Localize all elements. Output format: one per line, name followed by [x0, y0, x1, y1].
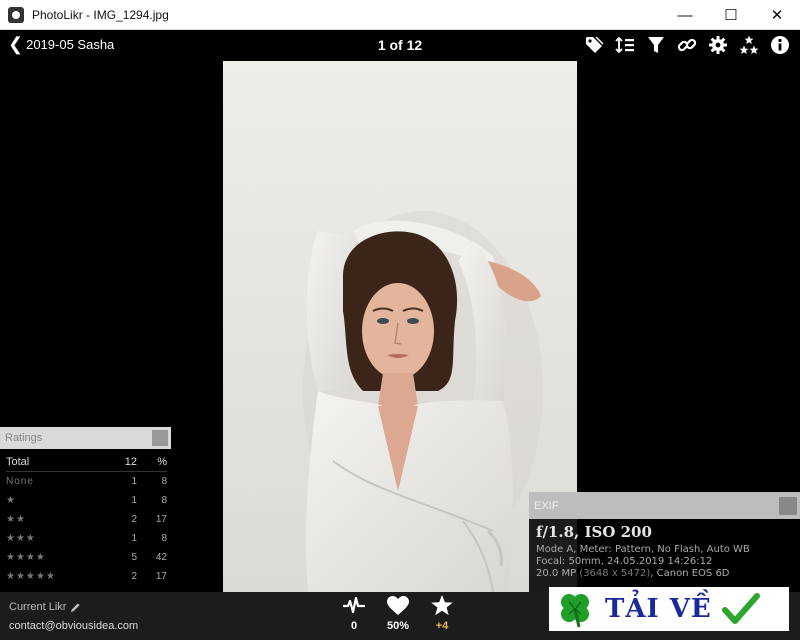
- back-to-album-button[interactable]: ❮ 2019-05 Sasha: [8, 34, 115, 54]
- rating-pct: 17: [155, 571, 167, 582]
- exif-title: EXIF: [534, 499, 559, 512]
- rating-row-2-stars[interactable]: ★★ 2 17: [6, 510, 167, 529]
- current-likr-label: Current Likr: [9, 601, 67, 613]
- rating-label: None: [6, 476, 34, 487]
- star-stat[interactable]: +4: [423, 594, 461, 632]
- window-title: PhotoLikr - IMG_1294.jpg: [32, 7, 169, 22]
- info-icon[interactable]: [768, 35, 792, 55]
- rating-row-3-stars[interactable]: ★★★ 1 8: [6, 529, 167, 548]
- stars-icon[interactable]: [737, 35, 761, 55]
- photo-stats: 0 50% +4: [335, 594, 461, 632]
- exif-megapixels: 20.0 MP: [536, 568, 577, 579]
- ratings-collapse-button[interactable]: [152, 430, 168, 446]
- close-button[interactable]: ✕: [754, 0, 800, 30]
- rating-pct: 8: [161, 495, 167, 506]
- rating-count: 1: [131, 495, 137, 506]
- pulse-icon: [343, 596, 365, 614]
- rating-stars: ★★★★★: [6, 571, 56, 582]
- rating-row-5-stars[interactable]: ★★★★★ 2 17: [6, 567, 167, 586]
- exif-camera-line: 20.0 MP (3648 x 5472), Canon EOS 6D: [536, 568, 793, 580]
- like-stat[interactable]: 50%: [379, 594, 417, 632]
- album-name: 2019-05 Sasha: [26, 36, 115, 52]
- rating-stars: ★★: [6, 514, 26, 525]
- banner-text: TẢI VỀ: [605, 594, 712, 624]
- rating-count: 2: [131, 571, 137, 582]
- star-value: +4: [435, 620, 449, 632]
- chevron-left-icon: ❮: [8, 34, 24, 54]
- gear-icon[interactable]: [706, 35, 730, 55]
- minimize-button[interactable]: —: [662, 0, 708, 30]
- exif-focal-line: Focal: 50mm, 24.05.2019 14:26:12: [536, 556, 713, 567]
- exif-resolution: (3648 x 5472): [579, 568, 651, 579]
- rating-pct: 8: [161, 476, 167, 487]
- like-value: 50%: [386, 620, 410, 632]
- exif-panel: EXIF f/1.8, ISO 200 Mode A, Meter: Patte…: [529, 492, 800, 592]
- clover-icon: [561, 594, 589, 628]
- ratings-header: Ratings: [0, 427, 171, 449]
- rating-count: 2: [131, 514, 137, 525]
- exif-aperture-iso: f/1.8, ISO 200: [536, 523, 652, 541]
- ratings-title: Ratings: [5, 432, 43, 444]
- rating-stars: ★★★: [6, 533, 36, 544]
- activity-stat[interactable]: 0: [335, 594, 373, 632]
- download-banner[interactable]: TẢI VỀ: [549, 587, 789, 631]
- exif-mode-line: Mode A, Meter: Pattern, No Flash, Auto W…: [536, 544, 750, 555]
- pencil-icon: [71, 602, 81, 612]
- sort-icon[interactable]: [613, 35, 637, 55]
- current-likr[interactable]: Current Likr: [9, 601, 81, 613]
- ratings-pct-header: %: [157, 456, 167, 468]
- checkmark-icon: [721, 593, 760, 624]
- user-email: contact@obviousidea.com: [9, 620, 139, 632]
- rating-pct: 17: [155, 514, 167, 525]
- rating-stars: ★: [6, 495, 16, 506]
- photolikr-window: PhotoLikr - IMG_1294.jpg — ☐ ✕ 1 of 12 ❮…: [0, 0, 800, 640]
- rating-count: 1: [131, 476, 137, 487]
- exif-body: f/1.8, ISO 200 Mode A, Meter: Pattern, N…: [529, 519, 800, 584]
- rating-stars: ★★★★: [6, 552, 46, 563]
- ratings-panel: Ratings Total 12 % None 1 8 ★ 1 8 ★★ 2 1…: [0, 427, 171, 593]
- exif-header: EXIF: [529, 492, 800, 519]
- star-icon: [431, 595, 453, 616]
- main-photo[interactable]: [223, 61, 577, 592]
- rating-count: 1: [131, 533, 137, 544]
- maximize-button[interactable]: ☐: [708, 0, 754, 30]
- toolbar-icons: [582, 35, 792, 55]
- app-logo-icon: [8, 6, 24, 23]
- rating-count: 5: [131, 552, 137, 563]
- ratings-total-label: Total: [6, 456, 30, 468]
- rating-row-1-star[interactable]: ★ 1 8: [6, 491, 167, 510]
- rating-row-none[interactable]: None 1 8: [6, 472, 167, 491]
- title-bar: PhotoLikr - IMG_1294.jpg — ☐ ✕: [0, 0, 800, 30]
- photo-counter: 1 of 12: [377, 37, 423, 53]
- ratings-total-row: Total 12 %: [6, 453, 167, 472]
- exif-camera-model: , Canon EOS 6D: [650, 568, 730, 579]
- viewer-toolbar: 1 of 12 ❮ 2019-05 Sasha: [0, 30, 800, 60]
- tag-icon[interactable]: [582, 35, 606, 55]
- portrait-illustration: [223, 61, 577, 592]
- link-icon[interactable]: [675, 35, 699, 55]
- activity-value: 0: [350, 620, 358, 632]
- rating-pct: 8: [161, 533, 167, 544]
- ratings-table: Total 12 % None 1 8 ★ 1 8 ★★ 2 17 ★★★ 1: [0, 449, 171, 586]
- filter-icon[interactable]: [644, 35, 668, 55]
- exif-collapse-button[interactable]: [779, 496, 797, 515]
- window-controls: — ☐ ✕: [662, 0, 800, 30]
- heart-icon: [387, 596, 409, 615]
- rating-row-4-stars[interactable]: ★★★★ 5 42: [6, 548, 167, 567]
- ratings-total-count: 12: [124, 456, 137, 468]
- rating-pct: 42: [155, 552, 167, 563]
